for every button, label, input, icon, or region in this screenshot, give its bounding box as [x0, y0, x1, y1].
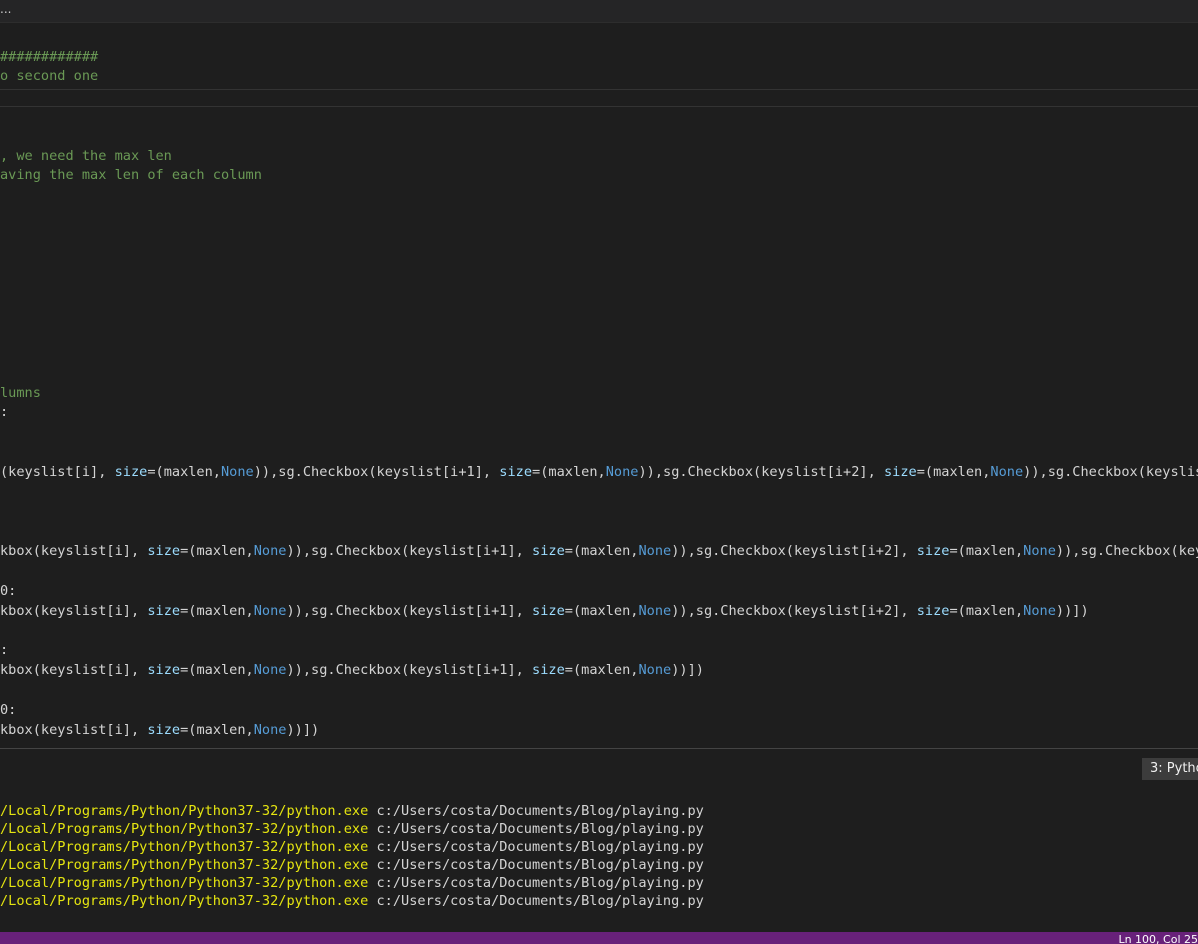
code-line: 0:: [0, 702, 17, 718]
code-token: =(maxlen,: [564, 543, 639, 559]
code-line: :: [0, 642, 9, 658]
code-token: None: [253, 722, 287, 738]
code-token: =(maxlen,: [916, 464, 991, 480]
code-token: None: [990, 464, 1024, 480]
code-line: 0:: [0, 583, 17, 599]
code-token: =(maxlen,: [564, 603, 639, 619]
code-line: aving the max len of each column: [0, 167, 262, 183]
code-token: =(maxlen,: [949, 543, 1024, 559]
code-token: ))]): [286, 722, 320, 738]
code-token: )),sg.Checkbox(keyslist[i+2],: [671, 543, 917, 559]
code-token: kbox(keyslist[i],: [0, 543, 148, 559]
script-path: c:/Users/costa/Documents/Blog/playing.py: [368, 839, 704, 855]
code-token: kbox(keyslist[i],: [0, 722, 148, 738]
code-token: None: [1023, 543, 1056, 559]
code-token: =(maxlen,: [949, 603, 1024, 619]
code-token: size: [916, 603, 950, 619]
code-token: ))]): [671, 662, 704, 678]
script-path: c:/Users/costa/Documents/Blog/playing.py: [368, 857, 704, 873]
code-token: kbox(keyslist[i],: [0, 603, 148, 619]
code-line: o second one: [0, 68, 99, 84]
code-token: =(maxlen,: [180, 662, 254, 678]
python-executable-path: /Local/Programs/Python/Python37-32/pytho…: [0, 839, 369, 855]
python-executable-path: /Local/Programs/Python/Python37-32/pytho…: [0, 875, 369, 891]
code-token: =(maxlen,: [180, 603, 254, 619]
code-token: )),sg.Checkbox(keyslist[i+1],: [286, 603, 533, 619]
code-line: kbox(keyslist[i], size=(maxlen,None)),sg…: [0, 602, 1198, 621]
code-token: None: [638, 603, 672, 619]
terminal-select-dropdown[interactable]: 3: Pytho: [1142, 758, 1198, 780]
script-path: c:/Users/costa/Documents/Blog/playing.py: [368, 893, 704, 909]
code-token: size: [532, 662, 565, 678]
code-token: None: [253, 603, 287, 619]
code-token: =(maxlen,: [147, 464, 221, 480]
code-token: None: [221, 464, 254, 480]
divider: [0, 106, 1198, 107]
terminal-line: /Local/Programs/Python/Python37-32/pytho…: [0, 892, 704, 910]
cursor-position[interactable]: Ln 100, Col 25: [1118, 934, 1198, 944]
code-line: , we need the max len: [0, 148, 172, 164]
code-token: size: [916, 543, 950, 559]
code-token: =(maxlen,: [180, 543, 254, 559]
code-token: size: [114, 464, 148, 480]
code-token: kbox(keyslist[i],: [0, 662, 148, 678]
terminal-line: /Local/Programs/Python/Python37-32/pytho…: [0, 802, 704, 820]
editor-tab-bar: ...: [0, 0, 1198, 23]
status-bar: Ln 100, Col 25: [0, 932, 1198, 944]
code-token: =(maxlen,: [564, 662, 639, 678]
code-token: )),sg.Checkbox(keyslist[i: [1023, 464, 1198, 480]
code-line: kbox(keyslist[i], size=(maxlen,None)),sg…: [0, 661, 1198, 680]
code-token: size: [147, 662, 181, 678]
tab-overflow-menu[interactable]: ...: [0, 2, 11, 16]
code-line: kbox(keyslist[i], size=(maxlen,None))]): [0, 721, 1198, 740]
script-path: c:/Users/costa/Documents/Blog/playing.py: [368, 803, 704, 819]
code-token: size: [147, 543, 181, 559]
code-token: None: [253, 662, 287, 678]
code-line: lumns: [0, 385, 41, 401]
code-token: size: [147, 603, 181, 619]
terminal-line: /Local/Programs/Python/Python37-32/pytho…: [0, 874, 704, 892]
terminal-line: /Local/Programs/Python/Python37-32/pytho…: [0, 820, 704, 838]
code-token: )),sg.Checkbox(keyslist[i+1],: [286, 662, 533, 678]
python-executable-path: /Local/Programs/Python/Python37-32/pytho…: [0, 893, 369, 909]
script-path: c:/Users/costa/Documents/Blog/playing.py: [368, 821, 704, 837]
script-path: c:/Users/costa/Documents/Blog/playing.py: [368, 875, 704, 891]
code-token: )),sg.Checkbox(keyslist[i+1],: [286, 543, 533, 559]
code-token: )),sg.Checkbox(keyslist[i+2],: [671, 603, 917, 619]
divider: [0, 89, 1198, 90]
code-line: :: [0, 404, 9, 420]
code-line: kbox(keyslist[i], size=(maxlen,None)),sg…: [0, 542, 1198, 561]
code-line: ############: [0, 49, 99, 65]
code-token: size: [499, 464, 533, 480]
code-token: (keyslist[i],: [0, 464, 115, 480]
code-line: (keyslist[i], size=(maxlen,None)),sg.Che…: [0, 463, 1198, 482]
code-token: size: [532, 603, 565, 619]
code-token: None: [638, 543, 672, 559]
code-token: )),sg.Checkbox(keysli: [1055, 543, 1198, 559]
code-token: =(maxlen,: [180, 722, 254, 738]
code-token: None: [638, 662, 672, 678]
python-executable-path: /Local/Programs/Python/Python37-32/pytho…: [0, 821, 369, 837]
terminal-line: /Local/Programs/Python/Python37-32/pytho…: [0, 838, 704, 856]
python-executable-path: /Local/Programs/Python/Python37-32/pytho…: [0, 857, 369, 873]
code-token: )),sg.Checkbox(keyslist[i+2],: [638, 464, 884, 480]
code-token: None: [253, 543, 287, 559]
python-executable-path: /Local/Programs/Python/Python37-32/pytho…: [0, 803, 369, 819]
code-token: None: [1023, 603, 1056, 619]
code-token: =(maxlen,: [532, 464, 606, 480]
code-token: )),sg.Checkbox(keyslist[i+1],: [253, 464, 500, 480]
terminal-line: /Local/Programs/Python/Python37-32/pytho…: [0, 856, 704, 874]
code-token: size: [147, 722, 181, 738]
code-token: size: [883, 464, 917, 480]
code-token: size: [532, 543, 565, 559]
code-token: None: [605, 464, 639, 480]
code-token: ))]): [1055, 603, 1089, 619]
